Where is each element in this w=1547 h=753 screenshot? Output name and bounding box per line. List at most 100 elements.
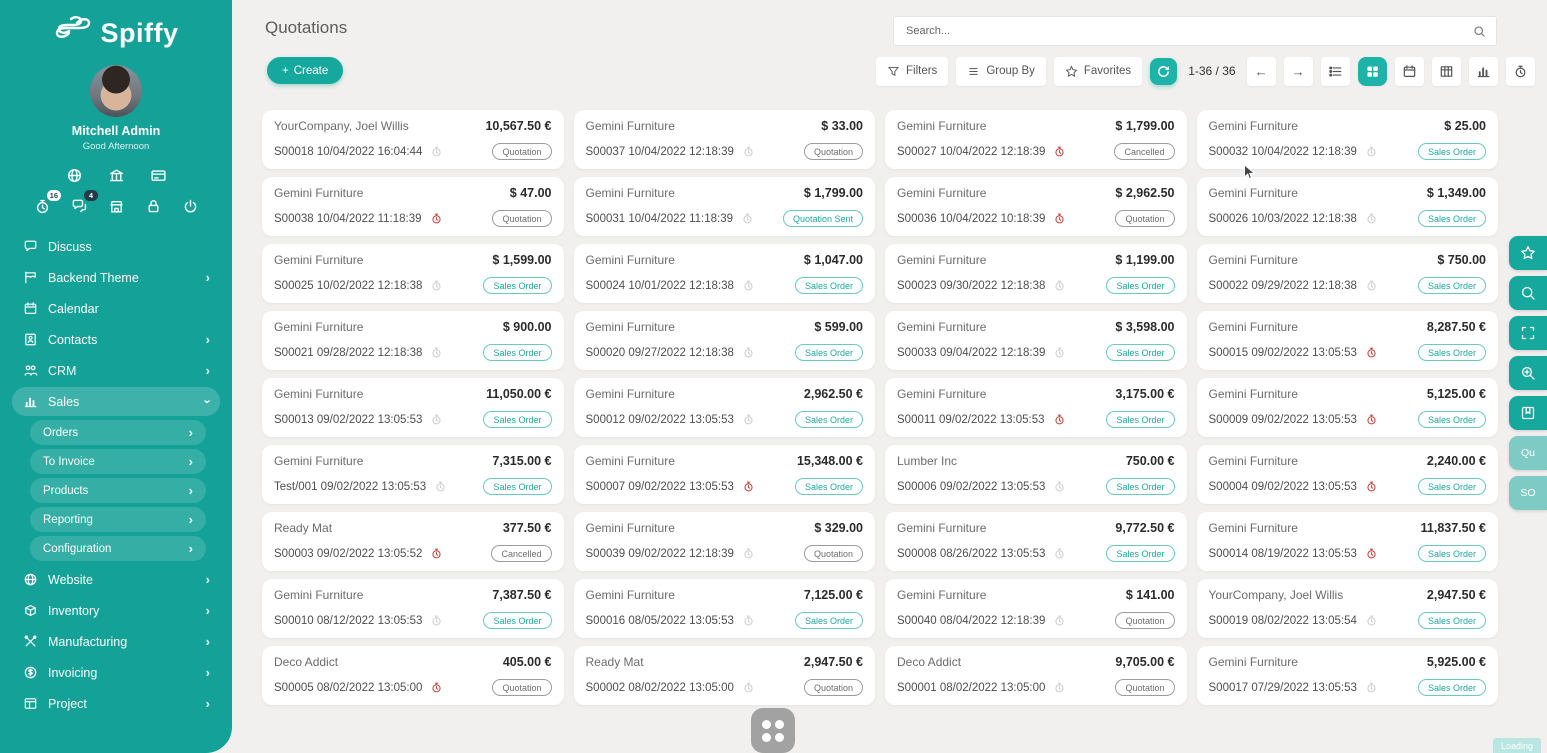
activity-clock-icon[interactable]	[742, 413, 755, 426]
activity-clock-icon[interactable]	[1053, 279, 1066, 292]
sidebar-item-backend-theme[interactable]: Backend Theme›	[12, 263, 220, 292]
quotation-card[interactable]: Gemini Furniture 5,925.00 € S00017 07/29…	[1197, 646, 1499, 705]
quotation-card[interactable]: Gemini Furniture $ 2,962.50 S00036 10/04…	[885, 177, 1187, 236]
sidebar-item-invoicing[interactable]: Invoicing›	[12, 658, 220, 687]
pivot-view-button[interactable]	[1432, 57, 1461, 86]
activity-clock-icon[interactable]	[1365, 279, 1378, 292]
sidebar-item-sales[interactable]: Sales›	[12, 387, 220, 416]
quotation-card[interactable]: Gemini Furniture 2,962.50 € S00012 09/02…	[574, 378, 876, 437]
quotation-card[interactable]: Gemini Furniture $ 1,799.00 S00031 10/04…	[574, 177, 876, 236]
activity-clock-icon[interactable]	[1053, 681, 1066, 694]
quotation-card[interactable]: Gemini Furniture $ 141.00 S00040 08/04/2…	[885, 579, 1187, 638]
apps-menu-button[interactable]	[751, 708, 795, 753]
activity-clock-icon[interactable]	[1053, 346, 1066, 359]
activity-clock-icon[interactable]	[742, 145, 755, 158]
activity-clock-icon[interactable]	[1365, 145, 1378, 158]
fab-so[interactable]: SO	[1509, 476, 1547, 510]
favorites-button[interactable]: Favorites	[1054, 57, 1142, 86]
activity-clock-icon[interactable]	[1365, 346, 1378, 359]
create-button[interactable]: + Create	[267, 57, 343, 84]
quotation-card[interactable]: Gemini Furniture $ 1,349.00 S00026 10/03…	[1197, 177, 1499, 236]
quotation-card[interactable]: Gemini Furniture $ 33.00 S00037 10/04/20…	[574, 110, 876, 169]
activity-clock-icon[interactable]	[430, 212, 443, 225]
activity-clock-icon[interactable]	[741, 212, 754, 225]
expand-fab-button[interactable]	[1509, 316, 1547, 350]
user-avatar[interactable]	[90, 65, 142, 117]
activity-clock-icon[interactable]	[1365, 413, 1378, 426]
sidebar-item-reporting[interactable]: Reporting›	[30, 507, 206, 532]
sidebar-item-discuss[interactable]: Discuss	[12, 232, 220, 261]
activity-clock-icon[interactable]	[742, 614, 755, 627]
activity-clock-icon[interactable]	[742, 681, 755, 694]
activity-clock-icon[interactable]	[430, 145, 443, 158]
star-fab-button[interactable]	[1509, 236, 1547, 270]
activity-clock-icon[interactable]	[430, 279, 443, 292]
activity-clock-icon[interactable]	[742, 480, 755, 493]
quotation-card[interactable]: Gemini Furniture 15,348.00 € S00007 09/0…	[574, 445, 876, 504]
sidebar-item-crm[interactable]: CRM›	[12, 356, 220, 385]
app-logo[interactable]: Spiffy	[0, 0, 232, 51]
refresh-button[interactable]	[1150, 58, 1177, 85]
quotation-card[interactable]: Gemini Furniture 5,125.00 € S00009 09/02…	[1197, 378, 1499, 437]
quotation-card[interactable]: Gemini Furniture $ 599.00 S00020 09/27/2…	[574, 311, 876, 370]
calendar-view-view-button[interactable]	[1395, 57, 1424, 86]
activity-clock-icon[interactable]	[1365, 681, 1378, 694]
activity-clock-icon[interactable]	[1365, 212, 1378, 225]
sidebar-item-products[interactable]: Products›	[30, 478, 206, 503]
bookmark-fab-button[interactable]	[1509, 396, 1547, 430]
sidebar-item-website[interactable]: Website›	[12, 565, 220, 594]
sidebar-item-inventory[interactable]: Inventory›	[12, 596, 220, 625]
pager-prev-button[interactable]: ←	[1247, 57, 1276, 86]
quotation-card[interactable]: Gemini Furniture $ 329.00 S00039 09/02/2…	[574, 512, 876, 571]
quotation-card[interactable]: Deco Addict 405.00 € S00005 08/02/2022 1…	[262, 646, 564, 705]
bank-icon[interactable]	[106, 165, 126, 185]
quotation-card[interactable]: Gemini Furniture $ 1,047.00 S00024 10/01…	[574, 244, 876, 303]
shop-icon[interactable]	[106, 196, 126, 216]
kanban-view-button[interactable]	[1358, 57, 1387, 86]
activity-clock-icon[interactable]	[1053, 145, 1066, 158]
groupby-button[interactable]: Group By	[956, 57, 1046, 86]
quotation-card[interactable]: Ready Mat 377.50 € S00003 09/02/2022 13:…	[262, 512, 564, 571]
power-icon[interactable]	[180, 196, 200, 216]
quotation-card[interactable]: Gemini Furniture $ 750.00 S00022 09/29/2…	[1197, 244, 1499, 303]
activity-clock-icon[interactable]	[1053, 547, 1066, 560]
sidebar-item-orders[interactable]: Orders›	[30, 420, 206, 445]
graph-view-button[interactable]	[1469, 57, 1498, 86]
activity-clock-icon[interactable]: 16	[32, 196, 52, 216]
sidebar-item-manufacturing[interactable]: Manufacturing›	[12, 627, 220, 656]
list-view-button[interactable]	[1321, 57, 1350, 86]
globe-icon[interactable]	[64, 165, 84, 185]
quotation-card[interactable]: Gemini Furniture $ 1,599.00 S00025 10/02…	[262, 244, 564, 303]
activity-clock-icon[interactable]	[430, 547, 443, 560]
quotation-card[interactable]: Gemini Furniture 3,175.00 € S00011 09/02…	[885, 378, 1187, 437]
sidebar-item-project[interactable]: Project›	[12, 689, 220, 718]
card-icon[interactable]	[148, 165, 168, 185]
quotation-card[interactable]: Gemini Furniture $ 3,598.00 S00033 09/04…	[885, 311, 1187, 370]
activity-clock-icon[interactable]	[434, 480, 447, 493]
search-input[interactable]	[904, 24, 1473, 38]
activity-clock-icon[interactable]	[1365, 547, 1378, 560]
fab-qu[interactable]: Qu	[1509, 436, 1547, 470]
quotation-card[interactable]: Gemini Furniture 7,315.00 € Test/001 09/…	[262, 445, 564, 504]
quotation-card[interactable]: Ready Mat 2,947.50 € S00002 08/02/2022 1…	[574, 646, 876, 705]
activity-clock-icon[interactable]	[1053, 614, 1066, 627]
quotation-card[interactable]: Gemini Furniture 8,287.50 € S00015 09/02…	[1197, 311, 1499, 370]
quotation-card[interactable]: Gemini Furniture $ 900.00 S00021 09/28/2…	[262, 311, 564, 370]
quotation-card[interactable]: Gemini Furniture $ 25.00 S00032 10/04/20…	[1197, 110, 1499, 169]
quotation-card[interactable]: Gemini Furniture $ 1,199.00 S00023 09/30…	[885, 244, 1187, 303]
activity-clock-icon[interactable]	[742, 279, 755, 292]
quotation-card[interactable]: Gemini Furniture 7,387.50 € S00010 08/12…	[262, 579, 564, 638]
quotation-card[interactable]: Lumber Inc 750.00 € S00006 09/02/2022 13…	[885, 445, 1187, 504]
quotation-card[interactable]: YourCompany, Joel Willis 10,567.50 € S00…	[262, 110, 564, 169]
lock-icon[interactable]	[143, 196, 163, 216]
pager-next-button[interactable]: →	[1284, 57, 1313, 86]
zoom-in-fab-button[interactable]	[1509, 356, 1547, 390]
quotation-card[interactable]: Gemini Furniture $ 1,799.00 S00027 10/04…	[885, 110, 1187, 169]
sidebar-item-configuration[interactable]: Configuration›	[30, 536, 206, 561]
activity-clock-icon[interactable]	[430, 614, 443, 627]
quotation-card[interactable]: YourCompany, Joel Willis 2,947.50 € S000…	[1197, 579, 1499, 638]
messages-icon[interactable]: 4	[69, 196, 89, 216]
activity-view-button[interactable]	[1506, 57, 1535, 86]
quotation-card[interactable]: Deco Addict 9,705.00 € S00001 08/02/2022…	[885, 646, 1187, 705]
search-box[interactable]	[893, 16, 1497, 46]
